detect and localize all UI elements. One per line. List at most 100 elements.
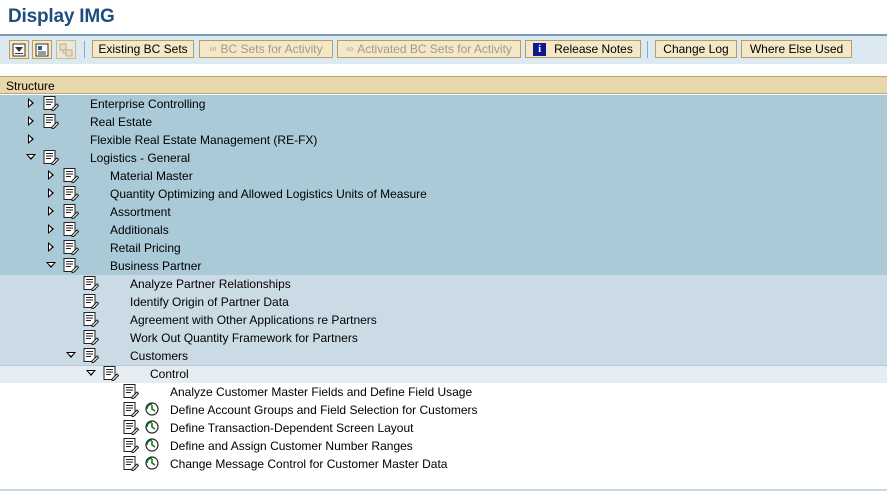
expand-node-icon[interactable] [48,242,54,252]
collapse-node-icon[interactable] [26,154,36,160]
find-icon [35,43,49,56]
tree-node-label[interactable]: Business Partner [110,259,201,273]
tree-node-label[interactable]: Retail Pricing [110,241,181,255]
execute-clock-icon[interactable] [145,402,159,416]
tree-node[interactable]: Quantity Optimizing and Allowed Logistic… [0,185,887,203]
existing-bc-sets-button[interactable]: Existing BC Sets [92,40,194,58]
tree-node-label[interactable]: Customers [130,349,188,363]
tree-node-label[interactable]: Analyze Partner Relationships [130,277,291,291]
document-icon[interactable] [83,276,100,291]
structure-icon [59,43,73,56]
release-notes-button[interactable]: i Release Notes [525,40,641,58]
tree-node-label[interactable]: Work Out Quantity Framework for Partners [130,331,358,345]
tree-node[interactable]: Customers [0,347,887,365]
expand-node-icon[interactable] [48,170,54,180]
expand-node-icon[interactable] [48,188,54,198]
tree-node[interactable]: Define Account Groups and Field Selectio… [0,401,887,419]
document-icon[interactable] [63,204,80,219]
change-log-button[interactable]: Change Log [655,40,737,58]
document-icon[interactable] [123,402,140,417]
tree-node-label[interactable]: Change Message Control for Customer Mast… [170,457,447,471]
tree-node[interactable]: Assortment [0,203,887,221]
tree-node-label[interactable]: Identify Origin of Partner Data [130,295,289,309]
document-icon[interactable] [63,186,80,201]
project-button[interactable] [56,40,76,59]
document-icon[interactable] [83,294,100,309]
tree-node[interactable]: Define and Assign Customer Number Ranges [0,437,887,455]
tree-node-label[interactable]: Define Transaction-Dependent Screen Layo… [170,421,414,435]
tree-node[interactable]: Control [0,365,887,383]
glasses-icon: ∞ [209,43,217,55]
document-icon[interactable] [83,348,100,363]
tree-node[interactable]: Additionals [0,221,887,239]
tree-node[interactable]: Analyze Customer Master Fields and Defin… [0,383,887,401]
document-icon[interactable] [103,366,120,381]
find-button[interactable] [32,40,52,59]
where-else-used-button[interactable]: Where Else Used [741,40,852,58]
tree-node[interactable]: Flexible Real Estate Management (RE-FX) [0,131,887,149]
tree-node[interactable]: Real Estate [0,113,887,131]
document-icon[interactable] [43,150,60,165]
tree-node-label[interactable]: Flexible Real Estate Management (RE-FX) [90,133,317,147]
structure-header-label: Structure [6,79,55,93]
expand-node-icon[interactable] [48,224,54,234]
tree-node-label[interactable]: Agreement with Other Applications re Par… [130,313,377,327]
tree-node[interactable]: Enterprise Controlling [0,95,887,113]
toolbar-separator [647,41,648,58]
tree-node-label[interactable]: Logistics - General [90,151,190,165]
tree-node[interactable]: Retail Pricing [0,239,887,257]
release-notes-label: Release Notes [554,42,633,56]
tree-node[interactable]: Define Transaction-Dependent Screen Layo… [0,419,887,437]
document-icon[interactable] [123,420,140,435]
tree-node-label[interactable]: Assortment [110,205,171,219]
expand-node-icon[interactable] [28,134,34,144]
execute-clock-icon[interactable] [145,456,159,470]
collapse-node-icon[interactable] [66,352,76,358]
tree-node-label[interactable]: Control [150,367,189,381]
expand-node-icon[interactable] [28,98,34,108]
execute-clock-icon[interactable] [145,438,159,452]
tree-node[interactable]: Work Out Quantity Framework for Partners [0,329,887,347]
document-icon[interactable] [63,222,80,237]
glasses-icon: ∞ [346,43,354,55]
tree-node[interactable]: Change Message Control for Customer Mast… [0,455,887,473]
document-icon[interactable] [63,168,80,183]
existing-bc-sets-label: Existing BC Sets [98,42,188,56]
document-icon[interactable] [83,312,100,327]
tree-node-label[interactable]: Real Estate [90,115,152,129]
tree-level-separator [0,365,887,366]
collapse-node-icon[interactable] [86,370,96,376]
tree-node-label[interactable]: Quantity Optimizing and Allowed Logistic… [110,187,427,201]
toolbar-separator [84,41,85,58]
expand-node-icon[interactable] [28,116,34,126]
activated-bc-sets-button[interactable]: ∞ Activated BC Sets for Activity [337,40,521,58]
tree-node-label[interactable]: Additionals [110,223,169,237]
document-icon[interactable] [123,384,140,399]
tree-node[interactable]: Business Partner [0,257,887,275]
document-icon[interactable] [43,96,60,111]
expand-subtree-button[interactable] [9,40,29,59]
bc-sets-for-activity-button[interactable]: ∞ BC Sets for Activity [199,40,333,58]
tree-node-label[interactable]: Define Account Groups and Field Selectio… [170,403,478,417]
tree-node-label[interactable]: Enterprise Controlling [90,97,205,111]
document-icon[interactable] [123,456,140,471]
document-icon[interactable] [123,438,140,453]
tree-node[interactable]: Agreement with Other Applications re Par… [0,311,887,329]
execute-clock-icon[interactable] [145,420,159,434]
expand-node-icon[interactable] [48,206,54,216]
tree-node[interactable]: Logistics - General [0,149,887,167]
where-else-used-label: Where Else Used [749,42,844,56]
document-icon[interactable] [83,330,100,345]
document-icon[interactable] [63,240,80,255]
tree-node-label[interactable]: Analyze Customer Master Fields and Defin… [170,385,472,399]
document-icon[interactable] [63,258,80,273]
application-toolbar: Existing BC Sets ∞ BC Sets for Activity … [0,36,887,64]
tree-node[interactable]: Analyze Partner Relationships [0,275,887,293]
tree-node[interactable]: Identify Origin of Partner Data [0,293,887,311]
document-icon[interactable] [43,114,60,129]
tree-node[interactable]: Material Master [0,167,887,185]
expand-icon [12,43,26,56]
collapse-node-icon[interactable] [46,262,56,268]
tree-node-label[interactable]: Material Master [110,169,193,183]
tree-node-label[interactable]: Define and Assign Customer Number Ranges [170,439,413,453]
